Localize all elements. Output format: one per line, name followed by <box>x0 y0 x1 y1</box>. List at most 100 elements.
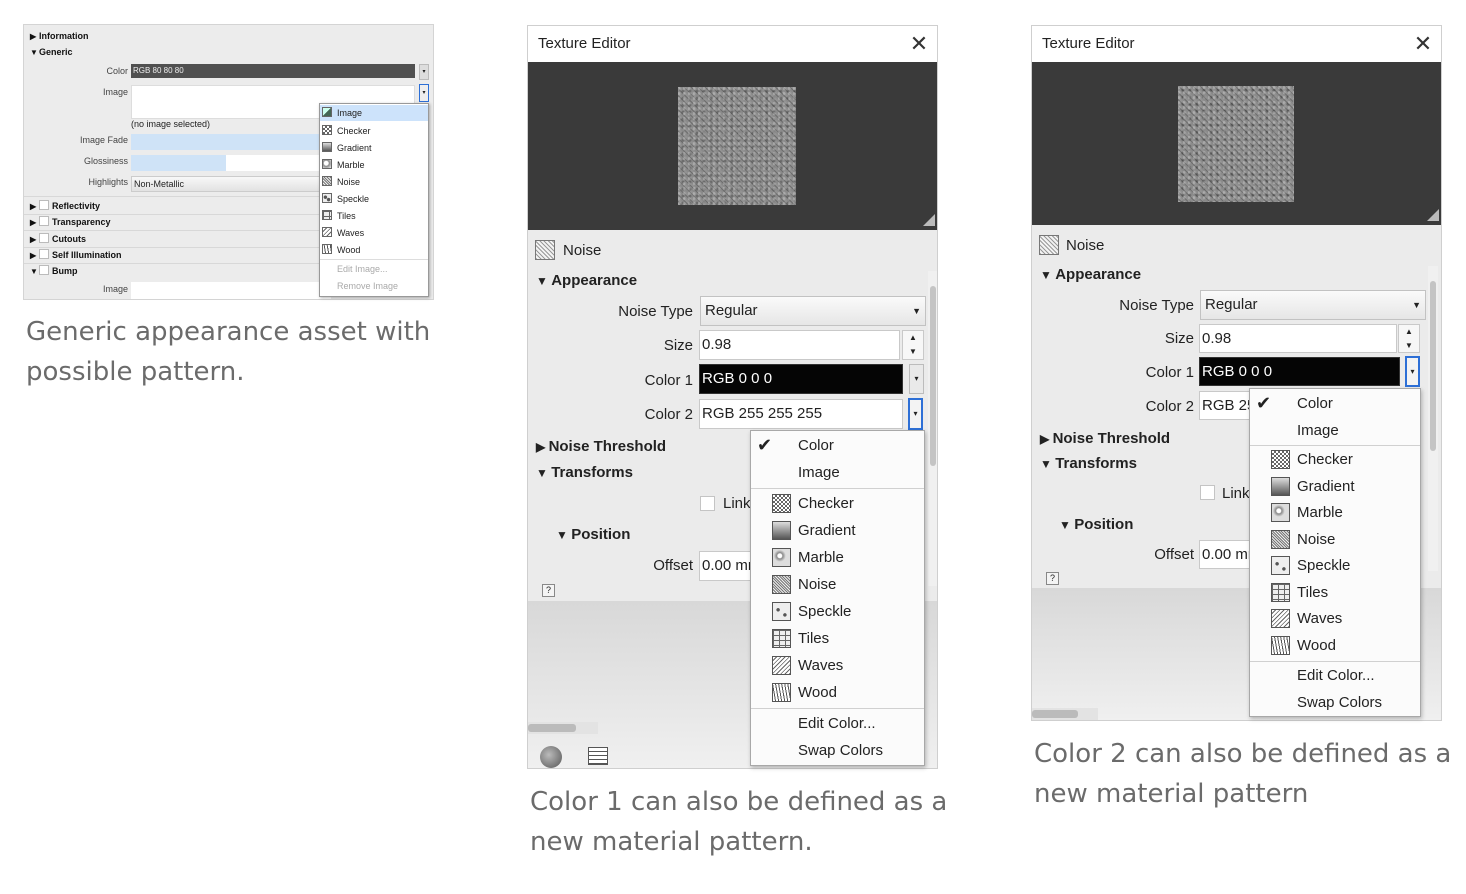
section-label: Appearance <box>1055 266 1142 283</box>
menu-item-color[interactable]: ✔ Color <box>1250 390 1420 417</box>
menu-item-image[interactable]: Image <box>320 105 428 121</box>
color2-field[interactable]: RGB 255 255 255 <box>699 399 903 429</box>
section-transforms[interactable]: ▼ Transforms <box>536 464 633 481</box>
menu-item-noise[interactable]: Noise <box>320 174 428 190</box>
menu-item-marble[interactable]: Marble <box>1250 499 1420 526</box>
menu-item-marble[interactable]: Marble <box>751 544 924 571</box>
section-appearance[interactable]: ▼ Appearance <box>536 272 637 289</box>
highlights-select[interactable]: Non-Metallic <box>131 176 321 192</box>
texture-preview <box>528 62 937 230</box>
section-noise-threshold[interactable]: ▶ Noise Threshold <box>536 438 666 455</box>
horizontal-scrollbar-thumb[interactable] <box>528 724 576 732</box>
scrollbar[interactable] <box>928 271 937 586</box>
size-input[interactable]: 0.98 <box>1199 324 1397 353</box>
link-checkbox[interactable] <box>700 496 715 511</box>
globe-icon[interactable] <box>540 746 562 768</box>
section-appearance[interactable]: ▼ Appearance <box>1040 266 1141 283</box>
menu-item-image[interactable]: Image <box>1250 417 1420 444</box>
image-fade-label: Image Fade <box>79 135 128 145</box>
menu-item-wood[interactable]: Wood <box>1250 632 1420 659</box>
link-checkbox[interactable] <box>1200 485 1215 500</box>
color2-dropdown-button[interactable]: ▾ <box>908 398 923 430</box>
horizontal-scrollbar[interactable] <box>1032 708 1098 720</box>
menu-item-noise[interactable]: Noise <box>751 571 924 598</box>
link-label: Link <box>1222 485 1250 502</box>
color1-dropdown-button[interactable]: ▾ <box>1405 356 1420 387</box>
noise-type-select[interactable]: Regular ▼ <box>1200 290 1426 320</box>
menu-item-checker[interactable]: Checker <box>1250 446 1420 473</box>
horizontal-scrollbar-thumb[interactable] <box>1032 710 1078 718</box>
close-icon[interactable]: ✕ <box>909 26 929 62</box>
menu-item-label: Waves <box>337 228 365 238</box>
menu-item-speckle[interactable]: Speckle <box>751 598 924 625</box>
menu-item-label: Tiles <box>337 211 356 221</box>
section-noise-threshold[interactable]: ▶ Noise Threshold <box>1040 430 1170 447</box>
offset-label: Offset <box>1154 546 1194 563</box>
gradient-icon <box>322 142 332 152</box>
glossiness-slider[interactable] <box>131 155 321 171</box>
color1-dropdown-button[interactable]: ▾ <box>909 364 924 394</box>
menu-item-waves[interactable]: Waves <box>320 225 428 241</box>
section-information[interactable]: ▶ Information <box>30 28 433 44</box>
menu-item-edit-color[interactable]: Edit Color... <box>1250 662 1420 689</box>
scrollbar-thumb[interactable] <box>1430 281 1436 451</box>
color1-field[interactable]: RGB 0 0 0 <box>1199 357 1400 386</box>
menu-item-gradient[interactable]: Gradient <box>1250 473 1420 500</box>
menu-item-speckle[interactable]: Speckle <box>1250 552 1420 579</box>
help-icon[interactable]: ? <box>542 584 555 597</box>
menu-item-tiles[interactable]: Tiles <box>320 208 428 224</box>
menu-item-noise[interactable]: Noise <box>1250 526 1420 553</box>
color1-field[interactable]: RGB 0 0 0 <box>699 364 903 394</box>
section-position[interactable]: ▼ Position <box>556 526 630 543</box>
menu-item-marble[interactable]: Marble <box>320 157 428 173</box>
section-label: Generic <box>39 47 73 57</box>
resize-grip-icon[interactable] <box>923 214 935 226</box>
close-icon[interactable]: ✕ <box>1413 26 1433 62</box>
noise-preview-swatch <box>1178 86 1294 202</box>
color1-label: Color 1 <box>644 372 693 389</box>
no-image-text: (no image selected) <box>131 119 211 129</box>
menu-item-label: Wood <box>337 245 361 255</box>
menu-item-edit-color[interactable]: Edit Color... <box>751 710 924 737</box>
menu-item-checker[interactable]: Checker <box>320 123 428 139</box>
size-input[interactable]: 0.98 <box>699 330 900 360</box>
menu-item-swap-colors[interactable]: Swap Colors <box>1250 689 1420 716</box>
image-dropdown-button[interactable]: ▾ <box>419 84 429 102</box>
wood-icon <box>1271 636 1290 655</box>
horizontal-scrollbar[interactable] <box>528 722 598 734</box>
list-view-icon[interactable] <box>588 747 608 765</box>
scrollbar[interactable] <box>1428 266 1438 571</box>
menu-item-tiles[interactable]: Tiles <box>1250 579 1420 606</box>
menu-item-image[interactable]: Image <box>751 459 924 486</box>
menu-item-gradient[interactable]: Gradient <box>320 140 428 156</box>
section-transforms[interactable]: ▼ Transforms <box>1040 455 1137 472</box>
menu-item-color[interactable]: ✔ Color <box>751 432 924 459</box>
section-label: Position <box>571 526 631 543</box>
size-stepper[interactable]: ▲ ▼ <box>902 330 924 360</box>
bump-image-well[interactable] <box>131 282 331 299</box>
resize-grip-icon[interactable] <box>1427 209 1439 221</box>
color-field[interactable]: RGB 80 80 80 <box>131 64 415 78</box>
menu-item-tiles[interactable]: Tiles <box>751 625 924 652</box>
menu-item-waves[interactable]: Waves <box>751 652 924 679</box>
section-label: Transforms <box>1055 455 1137 472</box>
noise-type-select[interactable]: Regular ▼ <box>700 296 926 326</box>
menu-item-wood[interactable]: Wood <box>320 242 428 258</box>
menu-item-waves[interactable]: Waves <box>1250 605 1420 632</box>
menu-item-checker[interactable]: Checker <box>751 490 924 517</box>
speckle-icon <box>1271 556 1290 575</box>
image-fade-slider[interactable] <box>131 134 321 150</box>
color-dropdown-button[interactable]: ▾ <box>419 64 429 80</box>
section-position[interactable]: ▼ Position <box>1059 516 1133 533</box>
menu-item-wood[interactable]: Wood <box>751 679 924 706</box>
tiles-icon <box>772 629 791 648</box>
scrollbar-thumb[interactable] <box>930 286 936 466</box>
menu-item-swap-colors[interactable]: Swap Colors <box>751 737 924 764</box>
menu-item-label: Checker <box>337 126 371 136</box>
section-generic[interactable]: ▼Generic <box>30 44 433 60</box>
help-icon[interactable]: ? <box>1046 572 1059 585</box>
image-icon <box>322 107 332 117</box>
size-stepper[interactable]: ▲ ▼ <box>1398 324 1420 353</box>
menu-item-speckle[interactable]: Speckle <box>320 191 428 207</box>
menu-item-gradient[interactable]: Gradient <box>751 517 924 544</box>
